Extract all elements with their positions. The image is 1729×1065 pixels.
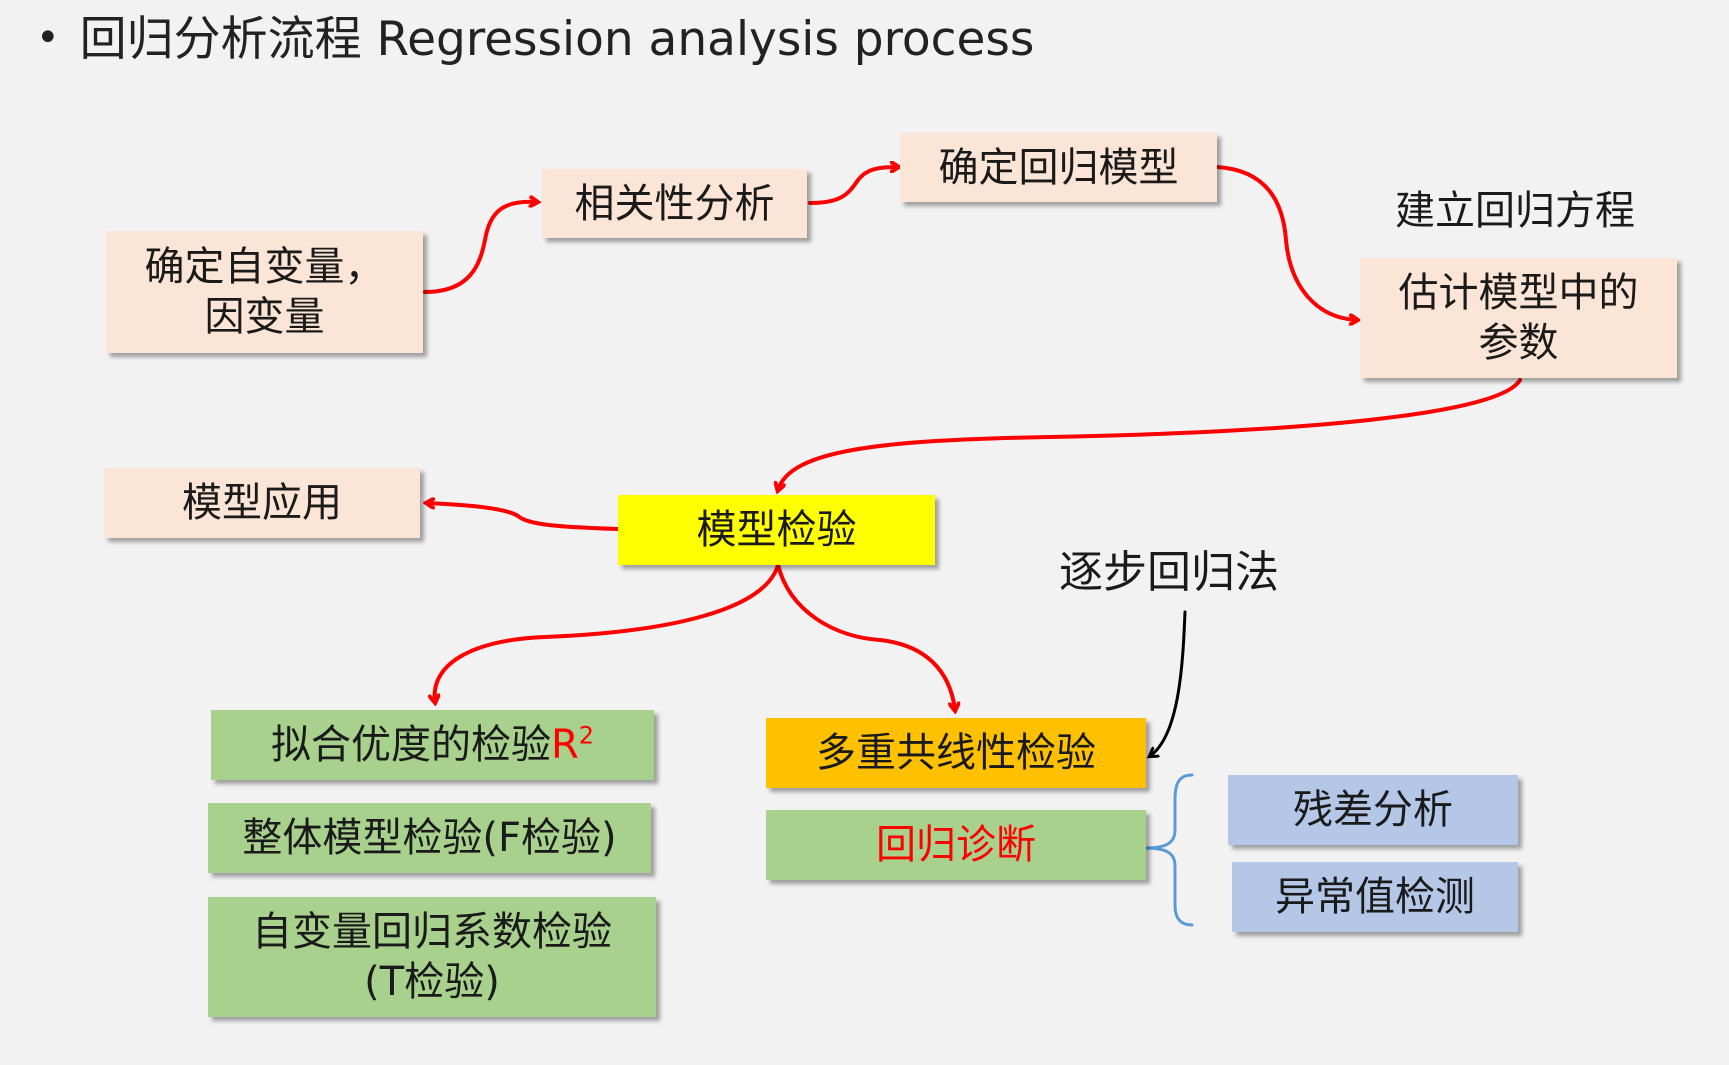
model-test-label: 模型检验 <box>696 507 857 553</box>
diagnosis-brace <box>1144 773 1194 927</box>
correlation-analysis-box: 相关性分析 <box>542 169 807 238</box>
residual-analysis-box: 残差分析 <box>1228 775 1518 845</box>
correlation-analysis-label: 相关性分析 <box>574 180 775 227</box>
arrow-test-to-application <box>427 503 619 531</box>
model-application-box: 模型应用 <box>104 468 420 538</box>
arrow-correlation-to-model <box>808 167 898 205</box>
outlier-detection-label: 异常值检测 <box>1275 874 1475 920</box>
determine-model-box: 确定回归模型 <box>900 133 1217 202</box>
multicollinearity-test-label: 多重共线性检验 <box>816 730 1096 776</box>
arrow-test-to-fit <box>435 563 780 702</box>
arrow-test-to-multicollinearity <box>776 563 955 710</box>
r-squared-symbol: R <box>550 722 579 768</box>
regression-diagnosis-box: 回归诊断 <box>766 810 1146 880</box>
model-application-label: 模型应用 <box>182 480 342 526</box>
build-equation-label: 建立回归方程 <box>1395 188 1635 234</box>
estimate-params-label: 估计模型中的 参数 <box>1398 270 1639 366</box>
arrow-params-to-test <box>778 378 1522 490</box>
arrow-stepwise-to-multicollinearity <box>1150 610 1187 756</box>
goodness-of-fit-label: 拟合优度的检验R2 <box>271 720 594 770</box>
coefficient-test-box: 自变量回归系数检验 (T检验) <box>208 897 656 1017</box>
residual-analysis-label: 残差分析 <box>1293 787 1453 833</box>
define-variables-box: 确定自变量， 因变量 <box>106 231 423 353</box>
outlier-detection-box: 异常值检测 <box>1232 862 1518 932</box>
multicollinearity-test-box: 多重共线性检验 <box>766 718 1146 788</box>
r-squared-superscript: 2 <box>578 721 595 750</box>
goodness-of-fit-text: 拟合优度的检验 <box>270 722 551 768</box>
define-variables-label: 确定自变量， 因变量 <box>144 244 385 340</box>
overall-model-test-box: 整体模型检验(F检验) <box>208 803 651 873</box>
estimate-params-box: 估计模型中的 参数 <box>1360 258 1677 378</box>
coefficient-test-label: 自变量回归系数检验 (T检验) <box>252 909 612 1005</box>
goodness-of-fit-box: 拟合优度的检验R2 <box>211 710 654 780</box>
overall-model-test-label: 整体模型检验(F检验) <box>242 815 617 861</box>
model-test-box: 模型检验 <box>618 495 935 565</box>
arrow-model-to-params <box>1215 165 1357 320</box>
regression-diagnosis-label: 回归诊断 <box>876 822 1036 868</box>
stepwise-regression-label: 逐步回归法 <box>1059 547 1279 598</box>
arrow-vars-to-correlation <box>423 202 537 294</box>
determine-model-label: 确定回归模型 <box>938 144 1179 191</box>
